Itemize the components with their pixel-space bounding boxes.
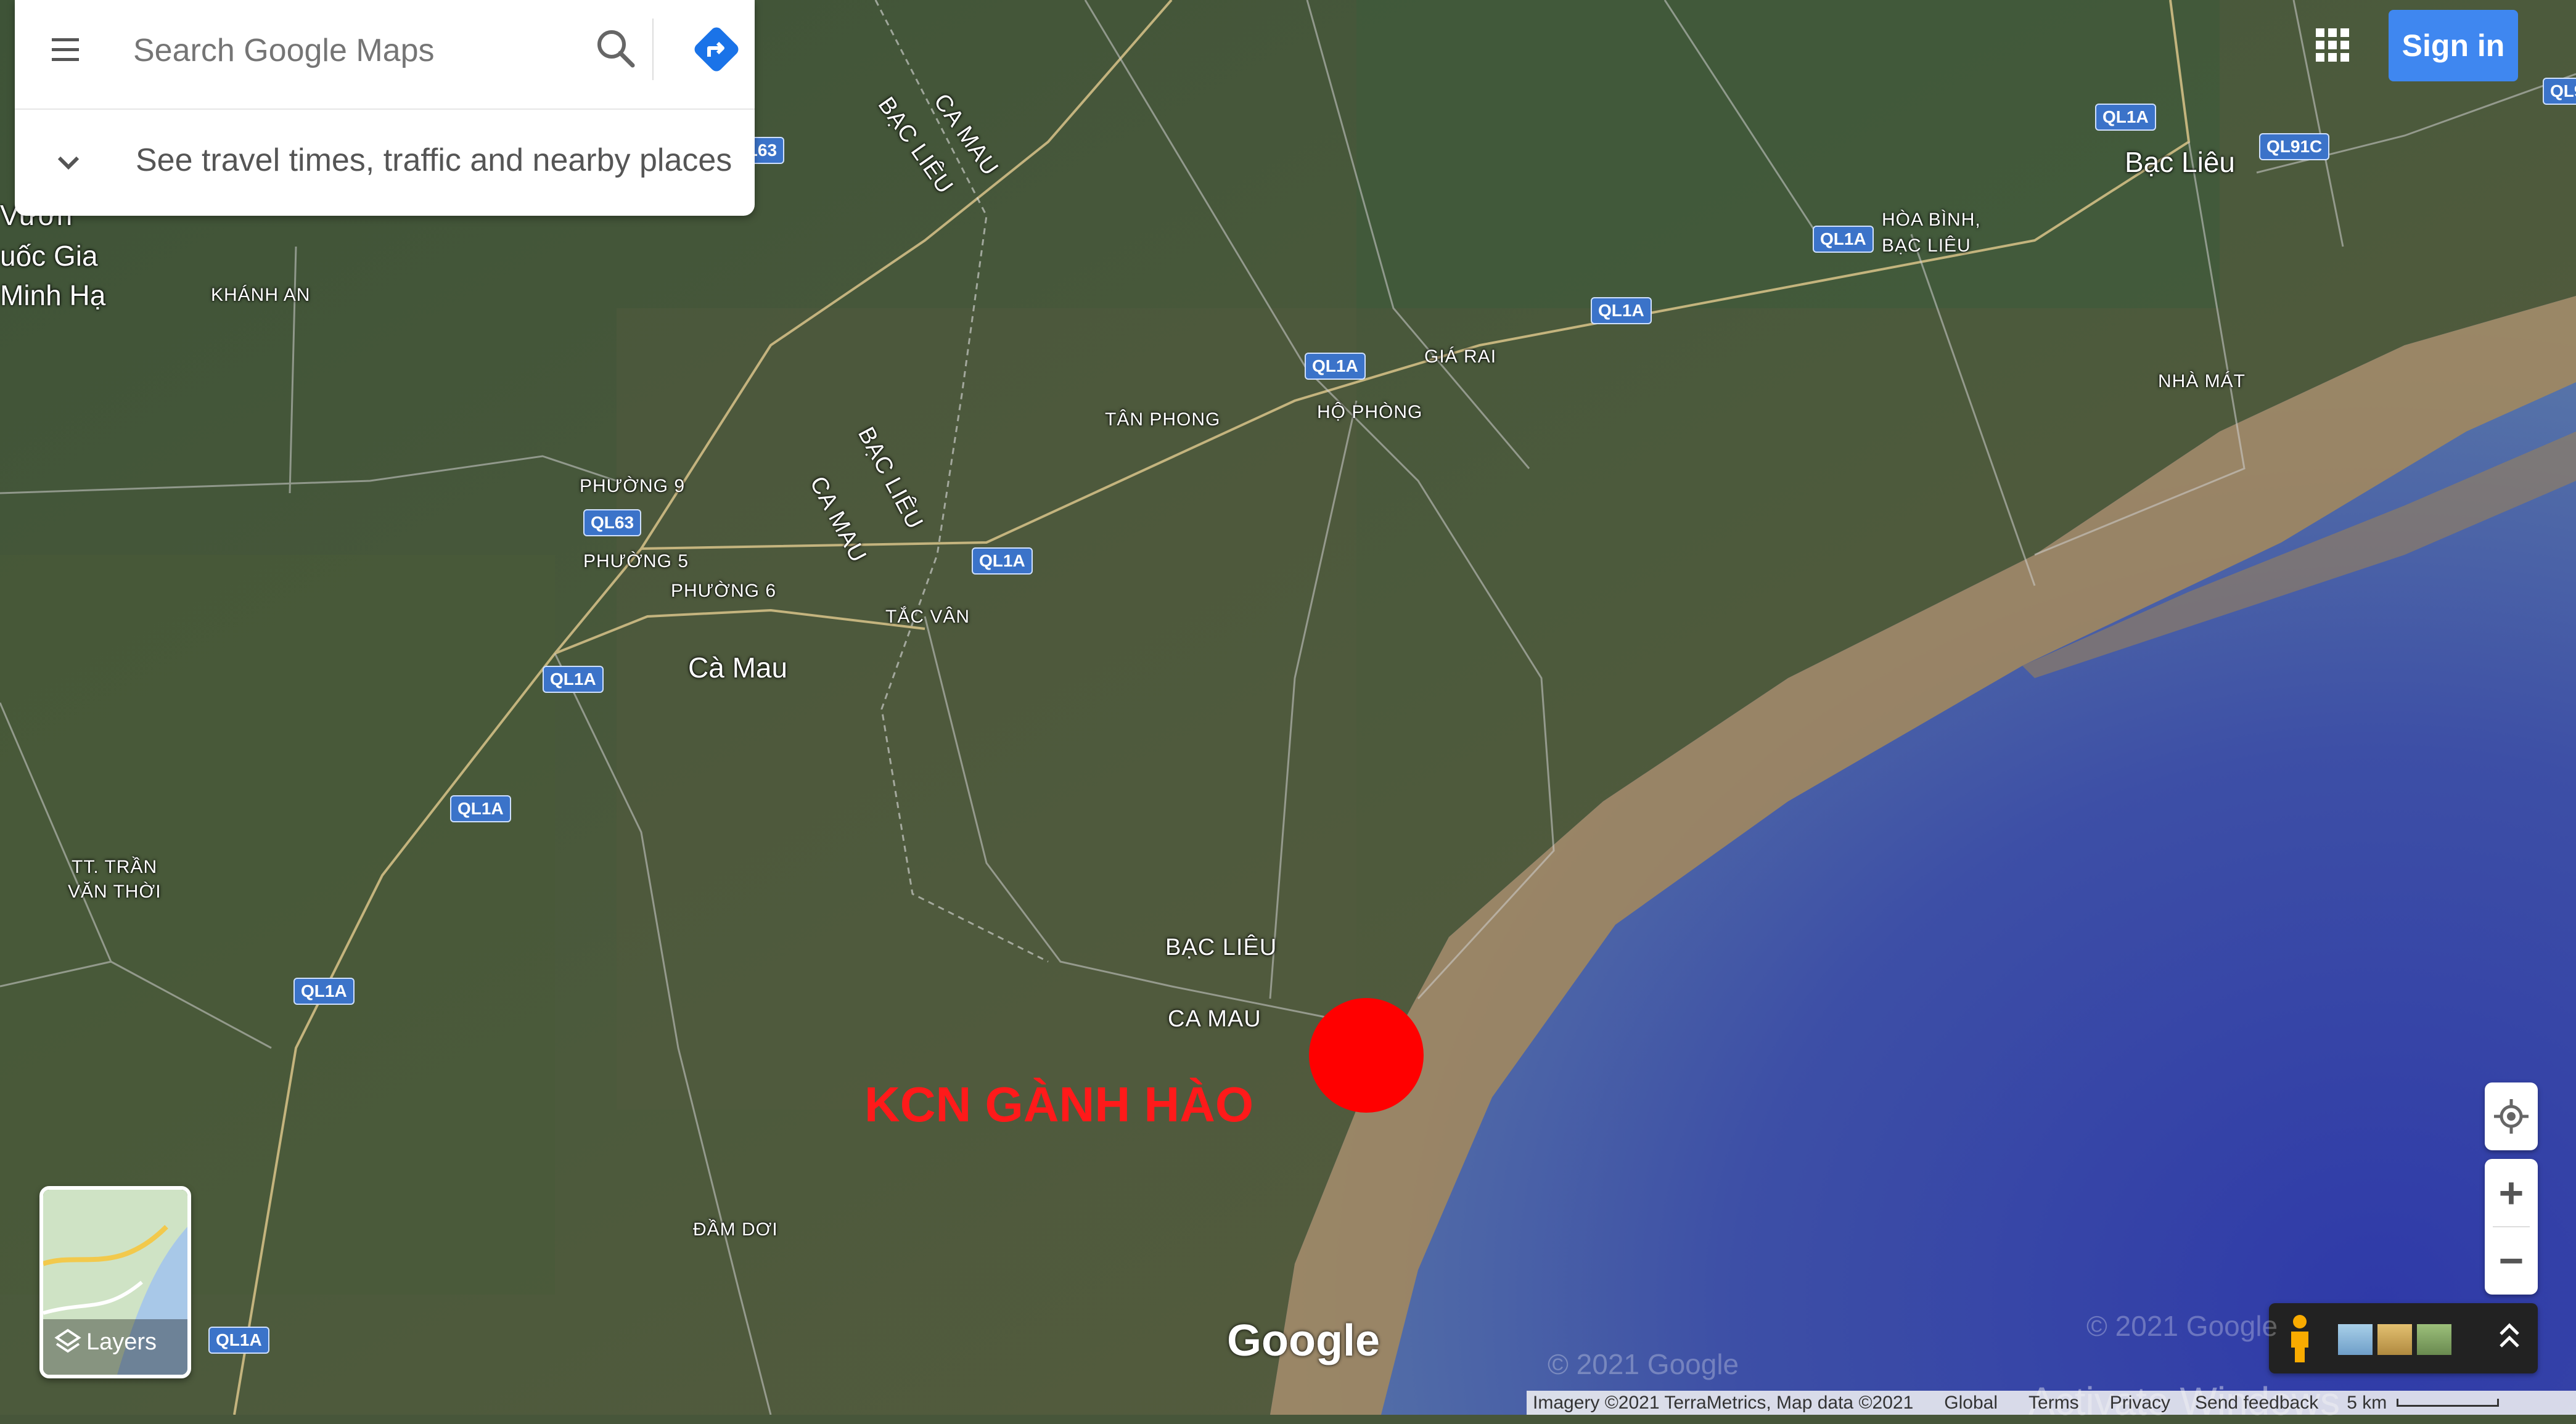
place-label-phuong-6: PHƯỜNG 6 — [671, 581, 777, 601]
travel-times-row[interactable]: See travel times, traffic and nearby pla… — [15, 110, 755, 216]
hamburger-icon — [52, 38, 79, 61]
road-shield: QL1A — [1591, 297, 1652, 324]
search-icon — [597, 30, 635, 68]
place-label-ca-mau-city: Cà Mau — [688, 652, 788, 684]
footer-bar: Imagery ©2021 TerraMetrics, Map data ©20… — [1527, 1391, 2576, 1415]
place-label-bac-lieu-city: Bạc Liêu — [2125, 146, 2236, 178]
place-label-dam-doi: ĐẦM DƠI — [693, 1219, 778, 1240]
place-label-hoa-binh: HÒA BÌNH, — [1882, 210, 1981, 230]
field-patch — [0, 555, 555, 1295]
place-label-bac-lieu-low: BẠC LIÊU — [1165, 935, 1278, 960]
imagery-credits: Imagery ©2021 TerraMetrics, Map data ©20… — [1533, 1392, 1914, 1413]
apps-grid-icon — [2316, 28, 2349, 62]
directions-button[interactable] — [691, 23, 742, 75]
expand-icon[interactable] — [2497, 1319, 2522, 1356]
search-panel: See travel times, traffic and nearby pla… — [15, 0, 755, 216]
road-shield: QL1A — [543, 666, 604, 693]
road-shield: QL9 — [2543, 78, 2576, 105]
global-link[interactable]: Global — [1944, 1393, 1998, 1414]
place-label-van-thoi: VĂN THỜI — [68, 882, 162, 902]
location-marker — [1309, 998, 1424, 1113]
place-label-nha-mat: NHÀ MÁT — [2158, 371, 2246, 391]
zoom-control: + − — [2485, 1159, 2538, 1295]
imagery-thumbnail[interactable] — [2417, 1324, 2451, 1355]
panel-separator — [652, 18, 654, 80]
my-location-button[interactable] — [2485, 1082, 2538, 1150]
place-label-khanh-an: KHÁNH AN — [211, 285, 311, 305]
place-label-ca-mau-low: CA MAU — [1168, 1006, 1261, 1032]
field-patch — [617, 308, 1356, 1110]
terms-link[interactable]: Terms — [2028, 1393, 2079, 1414]
place-label-tan-phong: TÂN PHONG — [1105, 409, 1221, 430]
place-label-minh-ha: Minh Hạ — [0, 279, 106, 311]
layers-label: Layers — [86, 1329, 157, 1355]
layers-button[interactable]: Layers — [39, 1186, 191, 1378]
road-shield: QL1A — [2095, 104, 2156, 131]
place-label-tac-van: TẮC VÂN — [885, 607, 970, 627]
place-label-gia-rai: GIÁ RAI — [1424, 346, 1497, 367]
road-shield: QL63 — [583, 509, 642, 536]
road-shield: QL1A — [208, 1327, 269, 1354]
place-label-hoa-binh-2: BẠC LIÊU — [1882, 235, 1971, 256]
street-view-bar — [2269, 1303, 2538, 1373]
place-label-ho-phong: HỘ PHÒNG — [1317, 402, 1423, 422]
privacy-link[interactable]: Privacy — [2110, 1393, 2170, 1414]
copyright-watermark: © 2021 Google — [2086, 1310, 2278, 1342]
my-location-icon — [2494, 1099, 2529, 1134]
annotation-label: KCN GÀNH HÀO — [864, 1077, 1254, 1132]
road-shield: QL1A — [450, 795, 511, 822]
scale-bar — [2397, 1399, 2500, 1407]
road-shield: QL1A — [972, 547, 1033, 575]
search-button[interactable] — [592, 25, 639, 72]
menu-button[interactable] — [47, 31, 84, 68]
place-label-phuong-5: PHƯỜNG 5 — [583, 551, 689, 571]
imagery-thumbnail[interactable] — [2377, 1324, 2412, 1355]
road-shield: QL1A — [293, 978, 355, 1005]
feedback-link[interactable]: Send feedback — [2195, 1393, 2318, 1414]
directions-icon — [694, 27, 739, 72]
copyright-watermark: © 2021 Google — [1548, 1348, 1739, 1380]
scale-label: 5 km — [2347, 1392, 2387, 1413]
zoom-out-button[interactable]: − — [2485, 1227, 2538, 1294]
chevron-down-icon — [57, 156, 80, 170]
place-label-quoc-gia: uốc Gia — [0, 240, 98, 272]
zoom-in-button[interactable]: + — [2485, 1160, 2538, 1226]
pegman-icon[interactable] — [2281, 1313, 2318, 1365]
road-shield: QL1A — [1813, 226, 1874, 253]
place-label-tt-tran: TT. TRẦN — [72, 857, 158, 877]
layers-icon — [54, 1328, 81, 1353]
road-shield: QL1A — [1305, 353, 1366, 380]
field-patch — [1356, 0, 2220, 308]
search-input[interactable] — [132, 22, 554, 79]
travel-times-label: See travel times, traffic and nearby pla… — [136, 142, 732, 178]
road-shield: QL91C — [2259, 133, 2330, 160]
imagery-thumbnail[interactable] — [2338, 1324, 2373, 1355]
sign-in-button[interactable]: Sign in — [2389, 10, 2518, 81]
google-logo: Google — [1227, 1316, 1380, 1365]
apps-button[interactable] — [2312, 25, 2353, 65]
place-label-phuong-9: PHƯỜNG 9 — [580, 476, 686, 496]
